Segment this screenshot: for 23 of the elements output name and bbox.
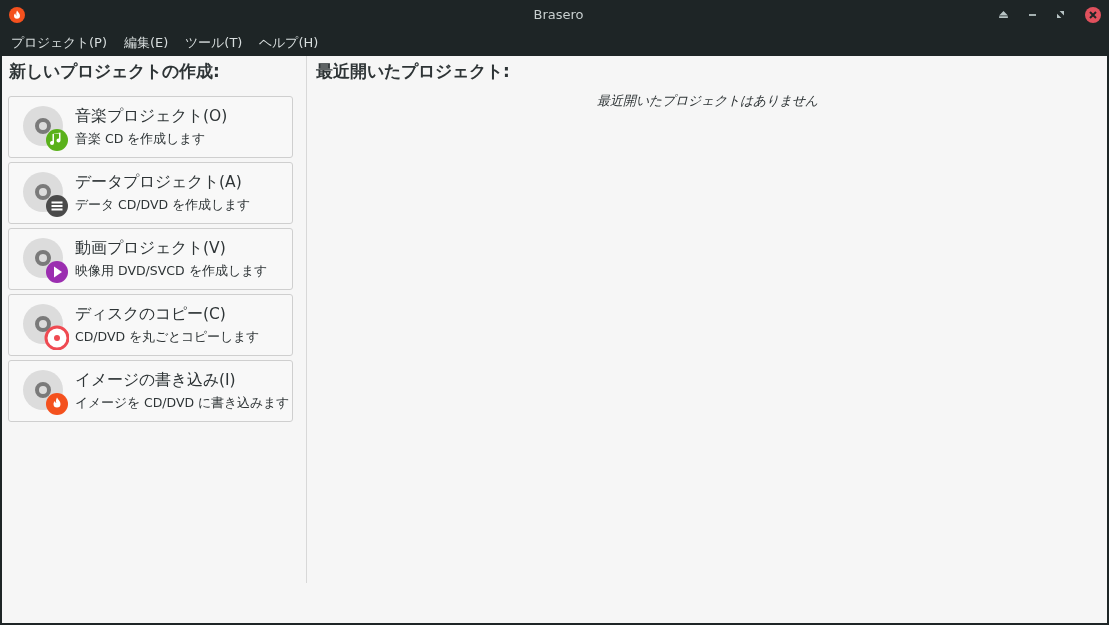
disc-icon bbox=[23, 172, 69, 218]
minimize-icon[interactable] bbox=[1029, 13, 1036, 16]
empty-message: 最近開いたプロジェクトはありません bbox=[595, 92, 819, 110]
project-button[interactable]: データプロジェクト(A) データ CD/DVD を作成します bbox=[8, 162, 293, 224]
menu-item[interactable]: 編集(E) bbox=[124, 33, 169, 52]
window-title: Brasero bbox=[532, 7, 585, 22]
disc-icon bbox=[23, 238, 69, 284]
menu-item[interactable]: プロジェクト(P) bbox=[11, 33, 107, 52]
disc-icon bbox=[23, 304, 69, 350]
maximize-icon[interactable] bbox=[1057, 11, 1064, 18]
project-button[interactable]: ディスクのコピー(C) CD/DVD を丸ごとコピーします bbox=[8, 294, 293, 356]
project-button[interactable]: 動画プロジェクト(V) 映像用 DVD/SVCD を作成します bbox=[8, 228, 293, 290]
project-button[interactable]: 音楽プロジェクト(O) 音楽 CD を作成します bbox=[8, 96, 293, 158]
disc-icon bbox=[23, 370, 69, 416]
disc-icon bbox=[23, 106, 69, 152]
close-icon[interactable] bbox=[1085, 6, 1101, 23]
section-heading: 新しいプロジェクトの作成: bbox=[9, 60, 221, 83]
project-button[interactable]: イメージの書き込み(I) イメージを CD/DVD に書き込みます bbox=[8, 360, 293, 422]
menu-item[interactable]: ツール(T) bbox=[185, 33, 243, 52]
app-flame-icon bbox=[9, 6, 25, 23]
section-heading: 最近開いたプロジェクト: bbox=[316, 60, 511, 83]
eject-icon[interactable] bbox=[999, 11, 1008, 18]
menu-item[interactable]: ヘルプ(H) bbox=[259, 33, 319, 52]
